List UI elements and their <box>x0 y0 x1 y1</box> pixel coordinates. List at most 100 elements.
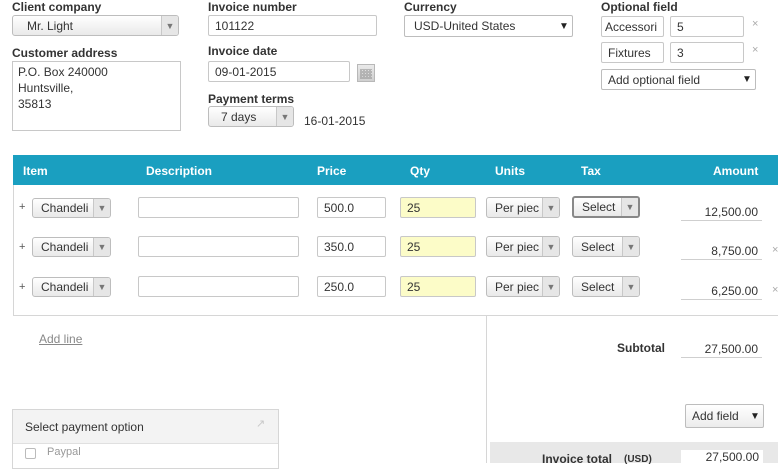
tax-select[interactable]: Select ▼ <box>572 276 640 297</box>
items-table-header: Item Description Price Qty Units Tax Amo… <box>13 155 778 185</box>
optional-field-value-input[interactable]: 3 <box>670 42 744 63</box>
col-units: Units <box>495 164 525 178</box>
payment-options-title: Select payment option <box>25 420 144 434</box>
tax-select[interactable]: Select ▼ <box>572 196 640 218</box>
items-table-body <box>13 185 778 316</box>
add-optional-field-select[interactable]: Add optional field ▼ <box>601 69 756 90</box>
item-value: Chandeli <box>41 280 89 294</box>
col-item: Item <box>23 164 48 178</box>
item-value: Chandeli <box>41 201 89 215</box>
chevron-down-icon: ▼ <box>161 16 178 35</box>
customer-address-label: Customer address <box>12 46 118 60</box>
units-select[interactable]: Per piec ▼ <box>486 276 560 297</box>
calendar-icon[interactable] <box>357 64 375 82</box>
invoice-date-label: Invoice date <box>208 44 278 58</box>
invoice-number-input[interactable]: 101122 <box>208 15 377 36</box>
expand-row-icon[interactable]: + <box>19 281 25 293</box>
tax-value: Select <box>581 239 615 254</box>
add-line-link[interactable]: Add line <box>39 332 82 346</box>
description-input[interactable] <box>138 197 299 218</box>
item-select[interactable]: Chandeli ▼ <box>32 198 111 218</box>
chevron-down-icon: ▼ <box>742 74 752 85</box>
qty-input[interactable]: 25 <box>400 276 476 297</box>
client-company-value: Mr. Light <box>27 18 74 33</box>
chevron-down-icon: ▼ <box>542 198 559 217</box>
tax-select[interactable]: Select ▼ <box>572 236 640 257</box>
due-date-text: 16-01-2015 <box>304 114 366 128</box>
currency-label: Currency <box>404 0 457 14</box>
item-select[interactable]: Chandeli ▼ <box>32 277 111 297</box>
payment-terms-value: 7 days <box>221 109 257 124</box>
add-field-label: Add field <box>692 409 739 423</box>
payment-options-header[interactable]: Select payment option ↗ <box>13 410 278 444</box>
col-description: Description <box>146 164 213 178</box>
close-icon[interactable]: × <box>772 244 778 256</box>
col-amount: Amount <box>713 164 759 178</box>
paypal-option-label: Paypal <box>47 446 81 458</box>
chevron-down-icon: ▼ <box>93 199 110 217</box>
optional-field-label: Optional field <box>601 0 678 14</box>
close-icon[interactable]: × <box>752 44 758 56</box>
currency-value: USD-United States <box>414 19 516 33</box>
invoice-total-bar: Invoice total (USD) 27,500.00 <box>490 442 778 466</box>
chevron-down-icon: ▼ <box>93 238 110 256</box>
invoice-total-label: Invoice total <box>542 452 613 466</box>
chevron-down-icon: ▼ <box>542 237 559 256</box>
invoice-total-value: 27,500.00 <box>681 450 763 466</box>
amount-value: 6,250.00 <box>681 284 762 300</box>
invoice-total-currency: (USD) <box>624 454 652 465</box>
qty-input[interactable]: 25 <box>400 236 476 257</box>
optional-field-value-input[interactable]: 5 <box>670 16 744 37</box>
col-tax: Tax <box>581 164 601 178</box>
price-input[interactable]: 350.0 <box>317 236 386 257</box>
subtotal-label: Subtotal <box>617 341 665 355</box>
col-qty: Qty <box>410 164 431 178</box>
qty-input[interactable]: 25 <box>400 197 476 218</box>
chevron-down-icon: ▼ <box>93 278 110 296</box>
units-select[interactable]: Per piec ▼ <box>486 197 560 218</box>
add-optional-field-label: Add optional field <box>608 72 701 87</box>
item-value: Chandeli <box>41 240 89 254</box>
units-value: Per piec <box>495 239 540 254</box>
price-input[interactable]: 250.0 <box>317 276 386 297</box>
chevron-down-icon: ▼ <box>750 410 760 422</box>
payment-terms-select[interactable]: 7 days ▼ <box>208 106 294 127</box>
chevron-down-icon: ▼ <box>621 198 638 216</box>
tax-value: Select <box>581 279 615 294</box>
item-select[interactable]: Chandeli ▼ <box>32 237 111 257</box>
optional-field-name-input[interactable]: Fixtures <box>601 42 664 63</box>
paypal-checkbox[interactable] <box>25 448 36 459</box>
optional-field-name-input[interactable]: Accessori <box>601 16 664 37</box>
amount-value: 8,750.00 <box>681 244 762 260</box>
customer-address-textarea[interactable] <box>12 61 181 131</box>
summary-divider <box>486 316 487 463</box>
units-value: Per piec <box>495 279 540 294</box>
payment-options-panel: Select payment option ↗ Paypal <box>12 409 279 469</box>
expand-arrow-icon[interactable]: ↗ <box>256 417 265 430</box>
description-input[interactable] <box>138 276 299 297</box>
currency-select[interactable]: USD-United States ▼ <box>404 15 573 37</box>
expand-row-icon[interactable]: + <box>19 241 25 253</box>
tax-value: Select <box>582 200 616 214</box>
chevron-down-icon: ▼ <box>622 237 639 256</box>
units-value: Per piec <box>495 200 540 215</box>
close-icon[interactable]: × <box>772 284 778 296</box>
invoice-number-label: Invoice number <box>208 0 297 14</box>
units-select[interactable]: Per piec ▼ <box>486 236 560 257</box>
chevron-down-icon: ▼ <box>276 107 293 126</box>
add-field-select[interactable]: Add field ▼ <box>685 404 764 428</box>
col-price: Price <box>317 164 347 178</box>
client-company-select[interactable]: Mr. Light ▼ <box>12 15 179 36</box>
chevron-down-icon: ▼ <box>542 277 559 296</box>
expand-row-icon[interactable]: + <box>19 201 25 213</box>
chevron-down-icon: ▼ <box>622 277 639 296</box>
amount-value: 12,500.00 <box>681 205 762 221</box>
close-icon[interactable]: × <box>752 18 758 30</box>
chevron-down-icon: ▼ <box>559 20 569 32</box>
price-input[interactable]: 500.0 <box>317 197 386 218</box>
payment-terms-label: Payment terms <box>208 92 295 106</box>
subtotal-value: 27,500.00 <box>681 342 762 358</box>
description-input[interactable] <box>138 236 299 257</box>
client-company-label: Client company <box>12 0 102 14</box>
invoice-date-input[interactable]: 09-01-2015 <box>208 61 350 82</box>
